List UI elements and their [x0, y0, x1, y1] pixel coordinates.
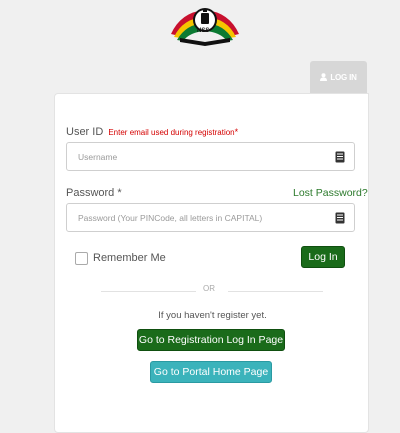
password-label: Password *	[66, 187, 122, 199]
register-prompt: If you haven't register yet.	[158, 310, 267, 321]
password-input[interactable]	[67, 203, 333, 232]
portal-home-button[interactable]: Go to Portal Home Page	[150, 361, 272, 383]
logo-text: NSS	[197, 28, 210, 34]
userid-required: *	[234, 127, 239, 137]
remember-me-label: Remember Me	[93, 252, 166, 264]
username-input[interactable]	[67, 142, 333, 171]
tab-login-label: LOG IN	[330, 72, 357, 82]
login-button[interactable]: Log In	[301, 246, 345, 268]
username-field[interactable]	[66, 142, 355, 171]
userid-hint: Enter email used during registration	[108, 128, 235, 137]
userid-label: User ID Enter email used during registra…	[66, 126, 238, 138]
user-icon	[320, 73, 328, 81]
password-field[interactable]	[66, 203, 355, 232]
lost-password-link[interactable]: Lost Password?	[293, 187, 368, 199]
nss-logo: NSS	[167, 4, 243, 48]
or-separator: OR	[203, 284, 215, 293]
userid-label-text: User ID	[66, 126, 104, 138]
registration-login-button[interactable]: Go to Registration Log In Page	[137, 329, 285, 351]
login-card: User ID Enter email used during registra…	[54, 93, 369, 433]
divider-left	[101, 291, 196, 292]
keyboard-icon[interactable]	[333, 150, 347, 164]
password-label-text: Password	[66, 187, 115, 199]
password-required: *	[117, 187, 122, 199]
divider-right	[228, 291, 323, 292]
tab-login[interactable]: LOG IN	[310, 61, 367, 93]
remember-me-checkbox[interactable]	[75, 252, 88, 265]
keyboard-icon[interactable]	[333, 211, 347, 225]
